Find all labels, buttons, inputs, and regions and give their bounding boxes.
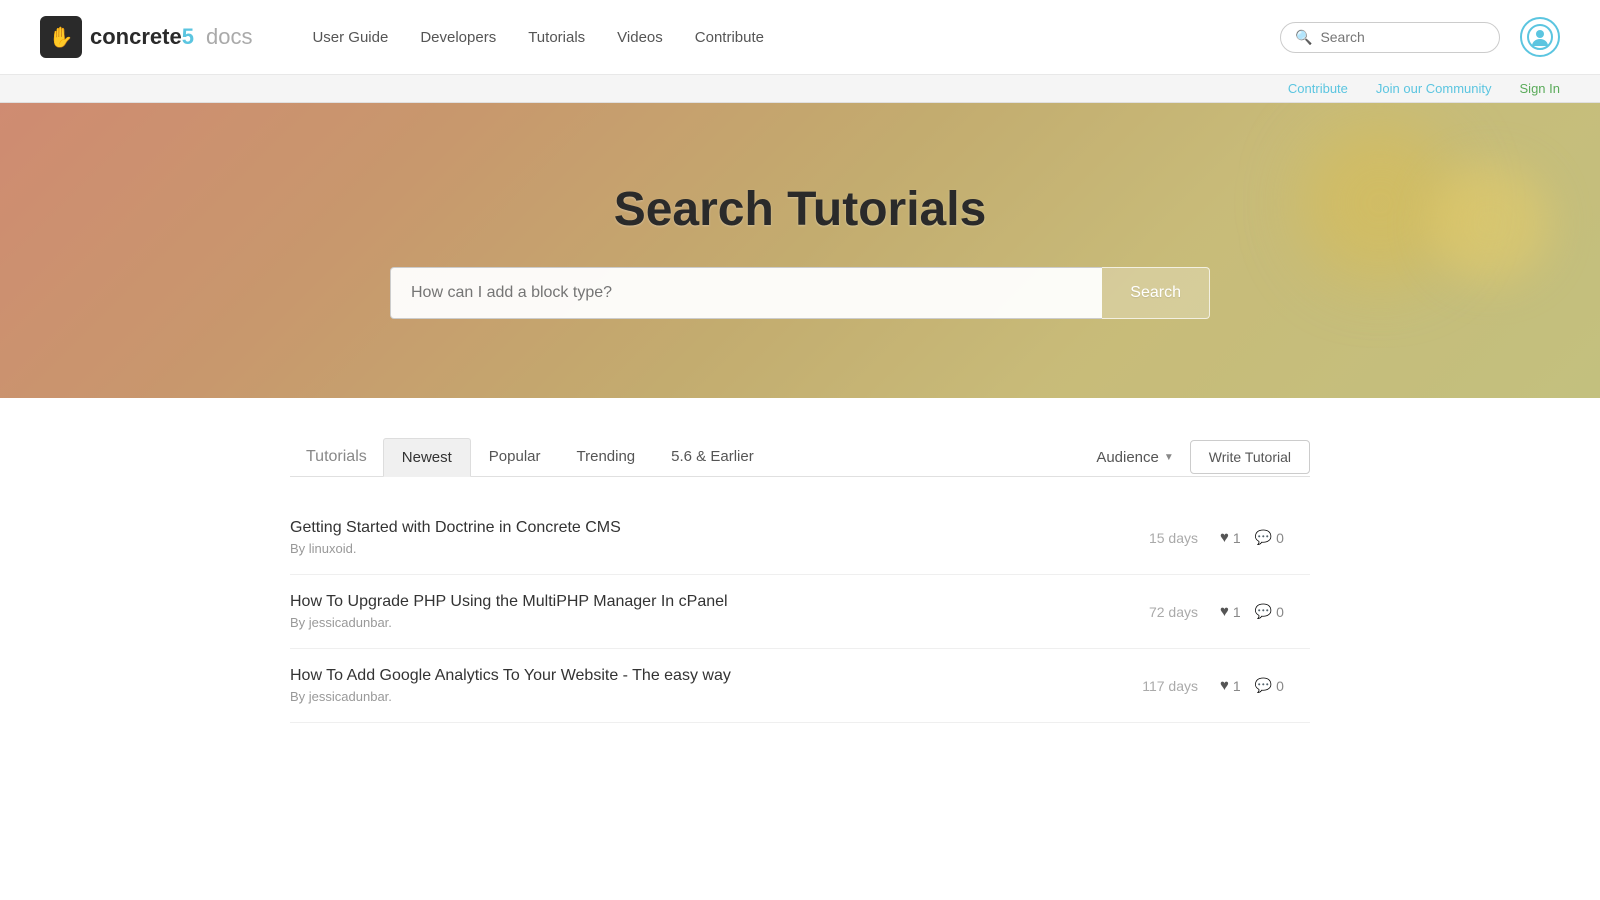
likes-count: 1 <box>1233 678 1241 694</box>
tutorial-info: Getting Started with Doctrine in Concret… <box>290 519 1128 556</box>
tutorial-days: 117 days <box>1128 678 1198 694</box>
tab-trending[interactable]: Trending <box>559 438 654 477</box>
brand-docs: docs <box>206 24 252 50</box>
likes-stat: ♥ 1 <box>1220 529 1241 546</box>
tutorial-item: How To Upgrade PHP Using the MultiPHP Ma… <box>290 575 1310 649</box>
tutorial-item: Getting Started with Doctrine in Concret… <box>290 501 1310 575</box>
sub-header: Contribute Join our Community Sign In <box>0 75 1600 103</box>
tutorial-info: How To Upgrade PHP Using the MultiPHP Ma… <box>290 593 1128 630</box>
comments-stat: 💬 0 <box>1255 529 1284 546</box>
heart-icon: ♥ <box>1220 529 1229 546</box>
logo-icon: ✋ <box>40 16 82 58</box>
nav-contribute[interactable]: Contribute <box>695 29 764 46</box>
sub-community-link[interactable]: Join our Community <box>1376 81 1492 96</box>
tutorial-days: 72 days <box>1128 604 1198 620</box>
main-content: Tutorials Newest Popular Trending 5.6 & … <box>250 398 1350 783</box>
tutorial-meta: 117 days ♥ 1 💬 0 <box>1128 677 1310 694</box>
comments-stat: 💬 0 <box>1255 603 1284 620</box>
hero-search-button[interactable]: Search <box>1102 267 1210 319</box>
tutorial-title[interactable]: How To Upgrade PHP Using the MultiPHP Ma… <box>290 593 1128 611</box>
tutorial-list: Getting Started with Doctrine in Concret… <box>290 501 1310 723</box>
tab-popular[interactable]: Popular <box>471 438 559 477</box>
nav-user-guide[interactable]: User Guide <box>312 29 388 46</box>
user-avatar[interactable] <box>1520 17 1560 57</box>
audience-dropdown[interactable]: Audience ▼ <box>1096 443 1173 472</box>
tutorial-title[interactable]: How To Add Google Analytics To Your Webs… <box>290 667 1128 685</box>
tab-newest[interactable]: Newest <box>383 438 471 477</box>
tab-older[interactable]: 5.6 & Earlier <box>653 438 772 477</box>
search-icon: 🔍 <box>1295 29 1312 46</box>
main-nav: User Guide Developers Tutorials Videos C… <box>312 29 1280 46</box>
brand-name: concrete5 <box>90 24 194 50</box>
likes-stat: ♥ 1 <box>1220 677 1241 694</box>
tabs-row: Tutorials Newest Popular Trending 5.6 & … <box>290 438 1310 477</box>
tutorial-stats: ♥ 1 💬 0 <box>1220 677 1310 694</box>
hero-search-row: Search <box>390 267 1210 319</box>
nav-developers[interactable]: Developers <box>420 29 496 46</box>
tutorial-stats: ♥ 1 💬 0 <box>1220 529 1310 546</box>
comment-icon: 💬 <box>1255 677 1272 694</box>
sub-signin-link[interactable]: Sign In <box>1520 81 1560 96</box>
site-header: ✋ concrete5 docs User Guide Developers T… <box>0 0 1600 75</box>
comments-count: 0 <box>1276 604 1284 620</box>
likes-stat: ♥ 1 <box>1220 603 1241 620</box>
sub-contribute-link[interactable]: Contribute <box>1288 81 1348 96</box>
audience-label: Audience <box>1096 449 1159 466</box>
tabs-right-controls: Audience ▼ Write Tutorial <box>1096 440 1310 474</box>
tutorial-meta: 15 days ♥ 1 💬 0 <box>1128 529 1310 546</box>
chevron-down-icon: ▼ <box>1164 452 1174 463</box>
tutorial-meta: 72 days ♥ 1 💬 0 <box>1128 603 1310 620</box>
comment-icon: 💬 <box>1255 529 1272 546</box>
hero-background <box>0 103 1600 398</box>
header-search-box[interactable]: 🔍 <box>1280 22 1500 53</box>
likes-count: 1 <box>1233 530 1241 546</box>
tutorial-info: How To Add Google Analytics To Your Webs… <box>290 667 1128 704</box>
comments-stat: 💬 0 <box>1255 677 1284 694</box>
header-search-input[interactable] <box>1320 29 1485 45</box>
tutorial-author: By jessicadunbar. <box>290 615 1128 630</box>
heart-icon: ♥ <box>1220 677 1229 694</box>
tutorials-tab-label: Tutorials <box>290 438 383 476</box>
write-tutorial-button[interactable]: Write Tutorial <box>1190 440 1310 474</box>
comments-count: 0 <box>1276 530 1284 546</box>
logo[interactable]: ✋ concrete5 docs <box>40 16 252 58</box>
hero-search-input[interactable] <box>390 267 1102 319</box>
tutorial-title[interactable]: Getting Started with Doctrine in Concret… <box>290 519 1128 537</box>
comment-icon: 💬 <box>1255 603 1272 620</box>
nav-tutorials[interactable]: Tutorials <box>528 29 585 46</box>
heart-icon: ♥ <box>1220 603 1229 620</box>
likes-count: 1 <box>1233 604 1241 620</box>
tutorial-author: By jessicadunbar. <box>290 689 1128 704</box>
tutorial-author: By linuxoid. <box>290 541 1128 556</box>
hero-title: Search Tutorials <box>614 182 987 237</box>
tutorial-days: 15 days <box>1128 530 1198 546</box>
nav-videos[interactable]: Videos <box>617 29 663 46</box>
brand-num: 5 <box>182 24 194 49</box>
tutorial-stats: ♥ 1 💬 0 <box>1220 603 1310 620</box>
tutorial-item: How To Add Google Analytics To Your Webs… <box>290 649 1310 723</box>
hero-section: Search Tutorials Search <box>0 103 1600 398</box>
comments-count: 0 <box>1276 678 1284 694</box>
